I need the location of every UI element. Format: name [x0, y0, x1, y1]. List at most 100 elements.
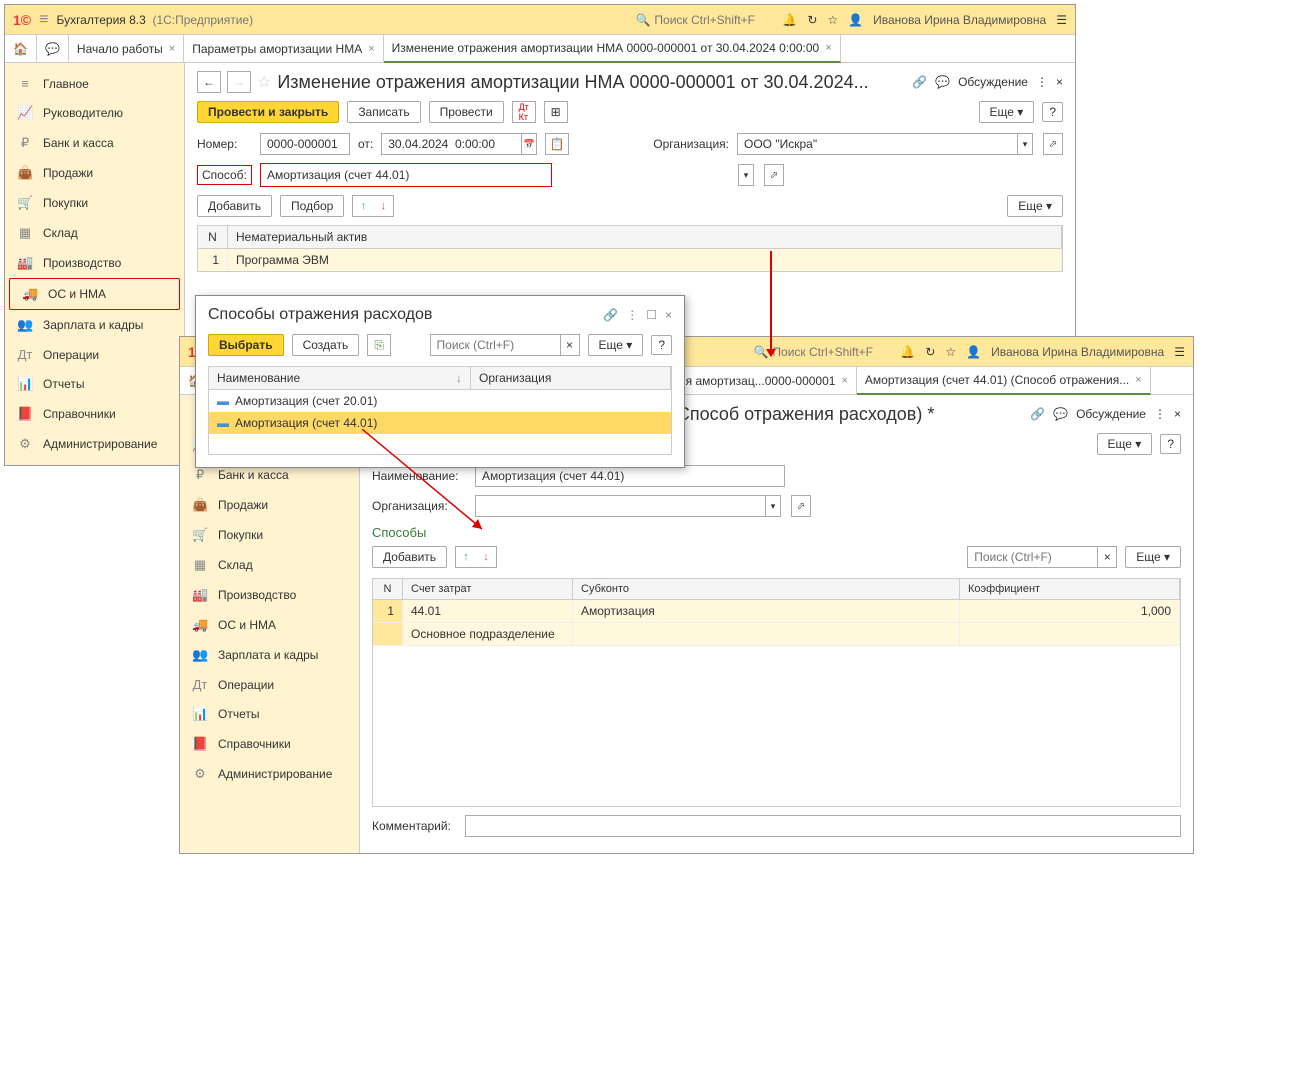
tab-params[interactable]: Параметры амортизации НМА×: [184, 35, 383, 63]
bell-icon[interactable]: 🔔: [782, 13, 797, 27]
dropdown-button[interactable]: ▾: [1017, 133, 1033, 155]
star-icon[interactable]: ☆: [945, 345, 956, 359]
comment-input[interactable]: [465, 815, 1181, 837]
more-button[interactable]: Еще ▾: [588, 334, 644, 356]
table-row[interactable]: Основное подразделение: [373, 623, 1180, 646]
sidebar-item-reports[interactable]: 📊Отчеты: [180, 699, 359, 729]
sidebar-item-production[interactable]: 🏭Производство: [180, 580, 359, 610]
table-row[interactable]: 1 44.01 Амортизация 1,000: [373, 600, 1180, 623]
write-button[interactable]: Записать: [347, 101, 420, 123]
history-icon[interactable]: ↻: [925, 345, 935, 359]
org-input[interactable]: [737, 133, 1017, 155]
maximize-icon[interactable]: ☐: [646, 308, 657, 322]
clear-icon[interactable]: ×: [560, 334, 580, 356]
more-icon[interactable]: ⋮: [1154, 407, 1166, 421]
list-item-selected[interactable]: ▬Амортизация (счет 44.01): [209, 412, 671, 434]
close-icon[interactable]: ×: [1174, 407, 1181, 421]
menu-icon[interactable]: ≡: [39, 11, 48, 29]
close-icon[interactable]: ×: [368, 43, 374, 55]
date-input[interactable]: [381, 133, 521, 155]
settings-icon[interactable]: ☰: [1174, 345, 1185, 359]
sidebar-item-operations[interactable]: ДтОперации: [5, 340, 184, 369]
sidebar-item-admin[interactable]: ⚙Администрирование: [180, 759, 359, 789]
link-icon[interactable]: 🔗: [1030, 407, 1045, 421]
user-name[interactable]: Иванова Ирина Владимировна: [991, 345, 1164, 359]
post-button[interactable]: Провести: [429, 101, 504, 123]
star-icon[interactable]: ☆: [827, 13, 838, 27]
open-button[interactable]: ⬀: [791, 495, 811, 517]
close-icon[interactable]: ×: [1056, 75, 1063, 89]
sidebar-item-admin[interactable]: ⚙Администрирование: [5, 429, 184, 459]
discuss-icon[interactable]: 💬: [935, 75, 950, 89]
more-icon[interactable]: ⋮: [626, 308, 638, 322]
chat-button[interactable]: 💬: [37, 35, 69, 63]
sidebar-item-salary[interactable]: 👥Зарплата и кадры: [180, 640, 359, 670]
sidebar-item-purchases[interactable]: 🛒Покупки: [180, 520, 359, 550]
back-button[interactable]: ←: [197, 71, 221, 93]
sidebar-item-main[interactable]: ≡Главное: [5, 69, 184, 98]
close-icon[interactable]: ×: [1135, 374, 1141, 386]
sidebar-item-operations[interactable]: ДтОперации: [180, 670, 359, 699]
search-input[interactable]: [654, 13, 774, 27]
link-icon[interactable]: 🔗: [912, 75, 927, 89]
tab-start[interactable]: Начало работы×: [69, 35, 184, 63]
sidebar-item-salary[interactable]: 👥Зарплата и кадры: [5, 310, 184, 340]
close-icon[interactable]: ×: [825, 42, 831, 54]
number-input[interactable]: [260, 133, 350, 155]
user-icon[interactable]: 👤: [848, 13, 863, 27]
sidebar-item-manager[interactable]: 📈Руководителю: [5, 98, 184, 128]
sidebar-item-os-nma[interactable]: 🚚ОС и НМА: [180, 610, 359, 640]
move-arrows[interactable]: ↑↓: [352, 195, 394, 217]
more-button[interactable]: Еще ▾: [979, 101, 1035, 123]
sidebar-item-sales[interactable]: 👜Продажи: [180, 490, 359, 520]
add-button[interactable]: Добавить: [372, 546, 447, 568]
discuss-label[interactable]: Обсуждение: [958, 75, 1028, 89]
tab-change-amort[interactable]: Изменение отражения амортизации НМА 0000…: [384, 35, 841, 63]
more-button[interactable]: Еще ▾: [1007, 195, 1063, 217]
dtk-button[interactable]: ДтКт: [512, 101, 536, 123]
sidebar-item-bank[interactable]: ₽Банк и касса: [5, 128, 184, 158]
sidebar-item-refs[interactable]: 📕Справочники: [5, 399, 184, 429]
arrow-up-icon[interactable]: ↑: [456, 547, 476, 567]
close-icon[interactable]: ×: [169, 43, 175, 55]
post-close-button[interactable]: Провести и закрыть: [197, 101, 339, 123]
sidebar-item-purchases[interactable]: 🛒Покупки: [5, 188, 184, 218]
select-button[interactable]: Выбрать: [208, 334, 284, 356]
sidebar-item-sales[interactable]: 👜Продажи: [5, 158, 184, 188]
more-icon[interactable]: ⋮: [1036, 75, 1048, 89]
dropdown-button[interactable]: ▾: [738, 164, 754, 186]
calendar-button[interactable]: 📅: [521, 133, 537, 155]
structure-button[interactable]: ⊞: [544, 101, 568, 123]
calendar-ext-button[interactable]: 📋: [545, 133, 569, 155]
create-button[interactable]: Создать: [292, 334, 360, 356]
open-button[interactable]: ⬀: [764, 164, 784, 186]
copy-button[interactable]: ⎘: [367, 334, 391, 356]
help-button[interactable]: ?: [1160, 434, 1181, 454]
sidebar-item-production[interactable]: 🏭Производство: [5, 248, 184, 278]
arrow-down-icon[interactable]: ↓: [373, 196, 393, 216]
help-button[interactable]: ?: [651, 335, 672, 355]
global-search[interactable]: 🔍: [635, 13, 774, 27]
move-arrows[interactable]: ↑↓: [455, 546, 497, 568]
list-item[interactable]: ▬Амортизация (счет 20.01): [209, 390, 671, 412]
tab-amort[interactable]: Амортизация (счет 44.01) (Способ отражен…: [857, 367, 1151, 395]
popup-search[interactable]: ×: [430, 334, 580, 356]
org-input[interactable]: [475, 495, 765, 517]
method-input[interactable]: [261, 164, 551, 186]
link-icon[interactable]: 🔗: [603, 308, 618, 322]
dropdown-button[interactable]: ▾: [765, 495, 781, 517]
help-button[interactable]: ?: [1042, 102, 1063, 122]
close-icon[interactable]: ×: [841, 375, 847, 387]
more-button[interactable]: Еще ▾: [1097, 433, 1153, 455]
user-name[interactable]: Иванова Ирина Владимировна: [873, 13, 1046, 27]
open-button[interactable]: ⬀: [1043, 133, 1063, 155]
sidebar-item-reports[interactable]: 📊Отчеты: [5, 369, 184, 399]
discuss-icon[interactable]: 💬: [1053, 407, 1068, 421]
user-icon[interactable]: 👤: [966, 345, 981, 359]
sidebar-item-os-nma[interactable]: 🚚ОС и НМА: [9, 278, 180, 310]
name-input[interactable]: [475, 465, 785, 487]
bell-icon[interactable]: 🔔: [900, 345, 915, 359]
close-icon[interactable]: ×: [665, 308, 672, 322]
sidebar-item-warehouse[interactable]: ▦Склад: [5, 218, 184, 248]
favorite-icon[interactable]: ☆: [257, 72, 271, 92]
